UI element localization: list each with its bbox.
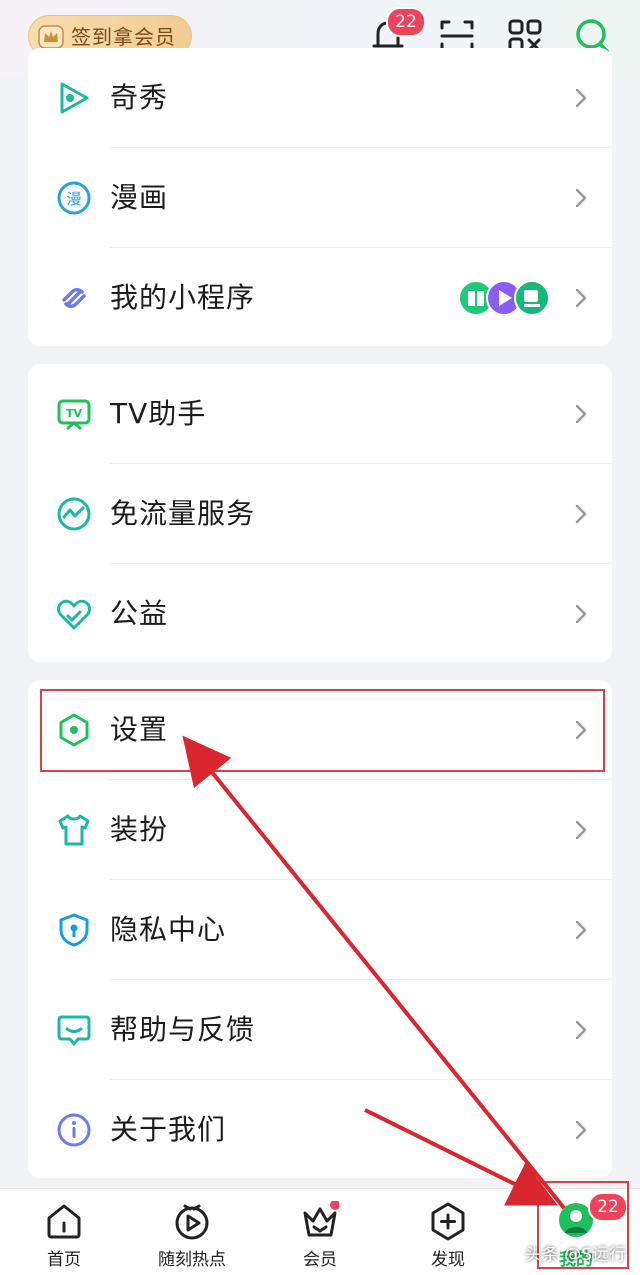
recent-mini-apps-icon <box>458 280 550 316</box>
help-icon <box>57 1015 91 1046</box>
chevron-right-icon <box>575 1020 587 1040</box>
chevron-right-icon <box>575 288 587 308</box>
dressup-icon <box>58 814 90 846</box>
comic-icon: 漫 <box>57 181 91 215</box>
nav-tab-vip[interactable]: 会员 <box>256 1189 384 1275</box>
menu-item-label: TV助手 <box>110 397 207 430</box>
chevron-right-icon <box>575 820 587 840</box>
tv-icon: TV <box>57 399 91 430</box>
mini-program-icon <box>62 288 86 308</box>
chevron-right-icon <box>575 1120 587 1140</box>
menu-item-about-us[interactable]: 关于我们 <box>28 1080 612 1178</box>
nav-label: 会员 <box>303 1250 337 1270</box>
nav-tab-hot[interactable]: 随刻热点 <box>128 1189 256 1275</box>
chevron-right-icon <box>575 188 587 208</box>
nav-label: 随刻热点 <box>158 1250 226 1270</box>
charity-icon <box>57 599 91 630</box>
info-icon <box>57 1113 91 1147</box>
menu-item-label: 奇秀 <box>110 81 169 114</box>
menu-item-label: 公益 <box>110 597 169 630</box>
menu-item-traffic-free[interactable]: 免流量服务 <box>28 464 612 564</box>
notification-badge: 22 <box>386 7 426 37</box>
menu-item-privacy[interactable]: 隐私中心 <box>28 880 612 980</box>
menu-item-qixiu[interactable]: 奇秀 <box>28 48 612 148</box>
crown-icon <box>38 25 64 49</box>
menu-item-label: 隐私中心 <box>110 913 227 946</box>
menu-item-comic[interactable]: 漫 漫画 <box>28 148 612 248</box>
menu-item-label: 帮助与反馈 <box>110 1013 256 1046</box>
menu-item-dressup[interactable]: 装扮 <box>28 780 612 880</box>
menu-item-label: 免流量服务 <box>110 497 256 530</box>
traffic-free-icon <box>57 497 91 531</box>
chevron-right-icon <box>575 88 587 108</box>
menu-item-help-feedback[interactable]: 帮助与反馈 <box>28 980 612 1080</box>
watermark-text: 头条 @S远行 <box>524 1245 626 1265</box>
vip-crown-icon <box>303 1201 339 1237</box>
privacy-icon <box>59 913 89 947</box>
chevron-right-icon <box>575 504 587 524</box>
menu-item-mini-program[interactable]: 我的小程序 <box>28 248 612 346</box>
chevron-right-icon <box>575 404 587 424</box>
menu-item-tv-assistant[interactable]: TV TV助手 <box>28 364 612 464</box>
chevron-right-icon <box>575 604 587 624</box>
svg-text:TV: TV <box>66 407 83 420</box>
menu-item-label: 装扮 <box>110 813 169 846</box>
annotation-highlight-settings <box>40 689 605 772</box>
nav-tab-discover[interactable]: 发现 <box>384 1189 512 1275</box>
menu-item-label: 我的小程序 <box>110 281 256 314</box>
hot-play-icon <box>175 1204 209 1240</box>
menu-item-label: 漫画 <box>110 181 169 214</box>
menu-item-label: 关于我们 <box>110 1113 227 1146</box>
home-icon <box>47 1204 81 1239</box>
nav-label: 首页 <box>47 1250 81 1270</box>
qixiu-icon <box>60 82 89 114</box>
chevron-right-icon <box>575 920 587 940</box>
discover-icon <box>431 1202 465 1241</box>
nav-label: 发现 <box>431 1250 465 1270</box>
nav-tab-home[interactable]: 首页 <box>0 1189 128 1275</box>
svg-text:漫: 漫 <box>66 190 81 208</box>
menu-card-entertainment: 奇秀 漫 漫画 我的小程序 <box>28 48 612 346</box>
menu-item-charity[interactable]: 公益 <box>28 564 612 662</box>
menu-card-services: TV TV助手 免流量服务 公益 <box>28 364 612 662</box>
